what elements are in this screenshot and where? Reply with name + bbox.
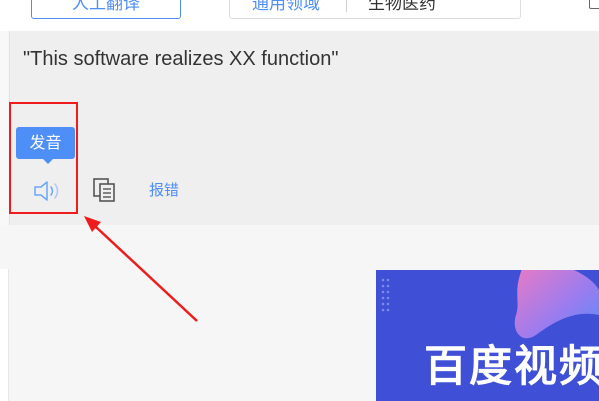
top-toolbar: 人工翻译 通用领域 生物医药 (0, 0, 599, 31)
ad-banner[interactable]: 百度视频 (376, 270, 599, 401)
domain-divider (346, 0, 347, 12)
lower-left-panel (0, 269, 9, 401)
fullscreen-icon[interactable] (589, 0, 599, 9)
report-error-link[interactable]: 报错 (149, 179, 179, 200)
ad-title: 百度视频 (424, 342, 599, 392)
domain-specific-option[interactable]: 生物医药 (368, 0, 436, 15)
translation-result-text: "This software realizes XX function" (23, 48, 339, 70)
domain-selector[interactable]: 通用领域 生物医药 (229, 0, 521, 19)
left-margin (0, 31, 9, 225)
copy-button[interactable] (92, 176, 118, 204)
translation-result-panel: "This software realizes XX function" 发音 … (9, 31, 599, 225)
domain-general-option[interactable]: 通用领域 (252, 0, 320, 15)
human-translate-button[interactable]: 人工翻译 (31, 0, 181, 19)
copy-icon (93, 178, 115, 202)
annotation-highlight-box (9, 102, 78, 214)
